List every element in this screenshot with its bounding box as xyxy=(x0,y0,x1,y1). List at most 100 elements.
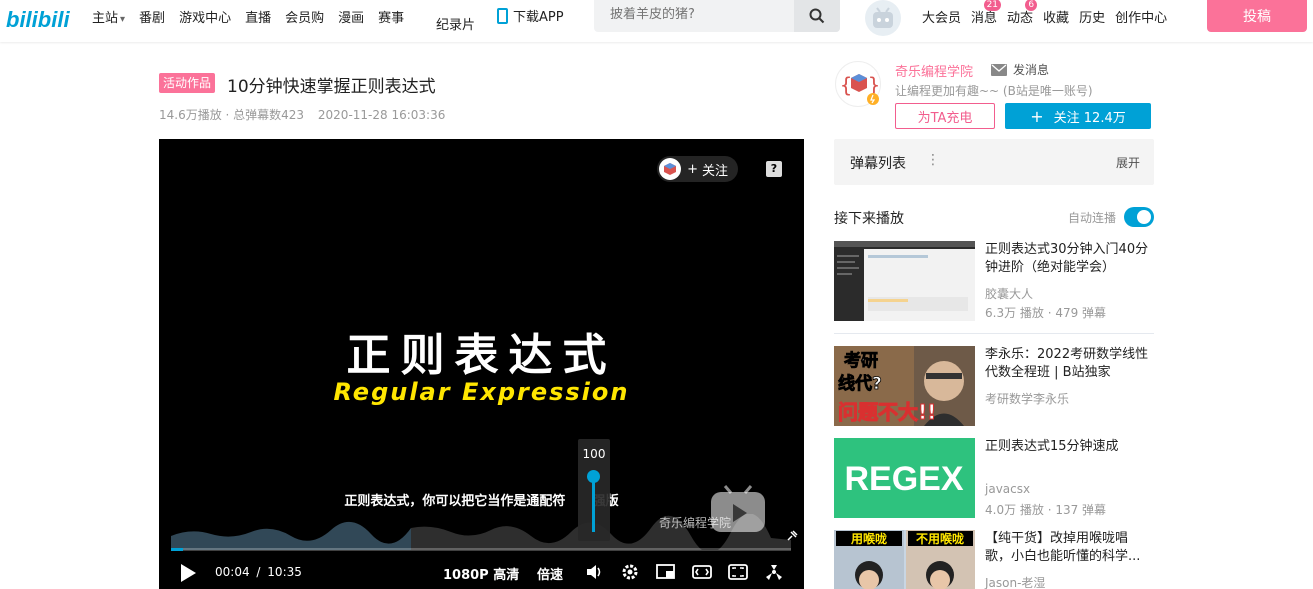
progress-fill xyxy=(171,548,184,551)
quality-selector[interactable]: 1080P 高清 xyxy=(443,564,519,583)
video-thumbnail[interactable]: REGEX xyxy=(834,438,975,518)
follow-button[interactable]: + 关注 12.4万 xyxy=(1005,103,1151,129)
recommended-video[interactable]: REGEX 正则表达式15分钟速成 javacsx 4.0万 播放 · 137 … xyxy=(834,438,1154,520)
nav-esports[interactable]: 赛事 xyxy=(378,7,404,26)
bilibili-logo[interactable]: bilibili xyxy=(6,6,78,32)
video-player[interactable]: + 关注 ? 正则表达式 Regular Expression 正则表达式，你可… xyxy=(159,139,804,589)
autoplay-toggle[interactable] xyxy=(1124,207,1154,227)
recommended-video[interactable]: 正则表达式30分钟入门40分钟进阶（绝对能学会） 胶囊大人 6.3万 播放 · … xyxy=(834,241,1154,323)
recommended-video[interactable]: 考研 线代? 问题不大!! 李永乐：2022考研数学线性代数全程班 | B站独家… xyxy=(834,346,1154,428)
toggle-knob xyxy=(1137,210,1151,224)
recommended-video-title[interactable]: 【纯干货】改掉用喉咙唱歌，小白也能听懂的科学... xyxy=(985,530,1153,566)
user-avatar[interactable] xyxy=(865,0,901,36)
nav-dynamics[interactable]: 动态 6 xyxy=(1007,0,1038,26)
recommended-video-title[interactable]: 正则表达式15分钟速成 xyxy=(985,438,1153,456)
player-follow-label: 关注 xyxy=(701,163,728,179)
nav-documentary[interactable]: 纪录片 xyxy=(436,14,475,33)
svg-text:线代?: 线代? xyxy=(838,373,882,394)
download-app-link[interactable]: 下载APP xyxy=(497,6,564,25)
video-thumbnail[interactable]: 用喉咙 不用喉咙 xyxy=(834,530,975,589)
phone-icon xyxy=(497,7,508,24)
help-icon[interactable]: ? xyxy=(766,161,782,177)
recommended-video-author[interactable]: 胶囊大人 xyxy=(985,285,1033,302)
top-header: bilibili 主站 ▾ 番剧 游戏中心 直播 会员购 漫画 赛事 纪录片 下载… xyxy=(0,0,1313,42)
time-current: 00:04 xyxy=(215,565,250,579)
mail-icon xyxy=(991,63,1007,76)
settings-gear-icon[interactable] xyxy=(621,563,639,581)
player-follow-button[interactable]: + 关注 xyxy=(657,156,738,182)
autoplay-label: 自动连播 xyxy=(1068,211,1117,225)
nav-game-center[interactable]: 游戏中心 xyxy=(179,7,231,26)
picture-in-picture-icon[interactable] xyxy=(656,563,676,581)
uploader-name[interactable]: 奇乐编程学院 xyxy=(895,61,973,80)
nav-mall[interactable]: 会员购 xyxy=(285,7,324,26)
uploader-description: 让编程更加有趣~~ (B站是唯一账号) xyxy=(895,84,1093,98)
speed-selector[interactable]: 倍速 xyxy=(537,564,563,583)
recommended-video[interactable]: 用喉咙 不用喉咙 【纯干货】改掉用喉咙唱歌，小白也能听懂的科学... Jason… xyxy=(834,530,1154,589)
uploader-avatar[interactable]: { } xyxy=(835,61,881,107)
nav-messages[interactable]: 消息 21 xyxy=(971,0,1002,26)
search-button[interactable] xyxy=(794,0,840,32)
activity-tag[interactable]: 活动作品 xyxy=(159,73,216,93)
volume-popup[interactable]: 100 xyxy=(578,439,610,541)
video-thumbnail[interactable]: 考研 线代? 问题不大!! xyxy=(834,346,975,426)
volume-icon[interactable] xyxy=(585,563,603,581)
recommended-video-title[interactable]: 正则表达式30分钟入门40分钟进阶（绝对能学会） xyxy=(985,241,1153,277)
charge-button[interactable]: 为TA充电 xyxy=(895,103,995,129)
danmaku-expand-button[interactable]: 展开 xyxy=(1116,154,1140,171)
dynamics-badge: 6 xyxy=(1025,0,1038,11)
upload-button[interactable]: 投稿 xyxy=(1207,0,1307,32)
search-icon xyxy=(809,8,825,24)
nav-favorites[interactable]: 收藏 xyxy=(1043,7,1069,26)
nav-bangumi[interactable]: 番剧 xyxy=(139,7,165,26)
recommended-video-title[interactable]: 李永乐：2022考研数学线性代数全程班 | B站独家 xyxy=(985,346,1153,382)
svg-text:考研: 考研 xyxy=(843,350,878,371)
bilibili-tv-watermark xyxy=(711,485,765,532)
video-meta: 14.6万播放 · 总弹幕数423 2020-11-28 16:03:36 xyxy=(159,106,445,123)
divider xyxy=(834,333,1154,334)
send-message-label: 发消息 xyxy=(1013,63,1050,77)
recommended-video-author[interactable]: javacsx xyxy=(985,482,1030,496)
nav-manga[interactable]: 漫画 xyxy=(338,7,364,26)
download-app-label: 下载APP xyxy=(513,10,564,25)
more-menu-icon[interactable]: ⋮ xyxy=(926,152,940,168)
send-message-link[interactable]: 发消息 xyxy=(991,61,1049,78)
svg-text:问题不大!!: 问题不大!! xyxy=(838,400,936,424)
play-icon[interactable] xyxy=(179,563,197,583)
nav-creator-center[interactable]: 创作中心 xyxy=(1115,7,1167,26)
next-up-heading: 接下来播放 xyxy=(834,211,904,227)
plus-icon: + xyxy=(687,161,698,177)
search-input[interactable] xyxy=(610,7,790,22)
video-frame-title: 正则表达式 xyxy=(346,330,617,381)
search-box xyxy=(594,0,840,32)
widescreen-icon[interactable] xyxy=(692,563,712,581)
nav-main-site[interactable]: 主站 ▾ xyxy=(92,7,125,26)
web-fullscreen-icon[interactable] xyxy=(728,563,748,581)
danmaku-list-title: 弹幕列表 xyxy=(850,156,906,172)
volume-slider-knob[interactable] xyxy=(587,470,600,483)
video-title: 10分钟快速掌握正则表达式 xyxy=(227,77,436,97)
recommended-video-stats: 6.3万 播放 · 479 弹幕 xyxy=(985,306,1107,320)
uploader-mini-avatar xyxy=(659,158,682,180)
nav-history[interactable]: 历史 xyxy=(1079,7,1105,26)
chevron-down-icon: ▾ xyxy=(120,13,126,25)
time-separator: / xyxy=(256,565,261,579)
nav-live[interactable]: 直播 xyxy=(245,7,271,26)
svg-text:不用喉咙: 不用喉咙 xyxy=(916,531,964,546)
nav-vip[interactable]: 大会员 xyxy=(922,7,961,26)
danmaku-list-panel[interactable]: 弹幕列表 ⋮ 展开 xyxy=(834,139,1154,185)
recommended-video-stats: 4.0万 播放 · 137 弹幕 xyxy=(985,503,1107,517)
volume-value: 100 xyxy=(582,447,606,461)
pin-icon[interactable] xyxy=(786,530,798,542)
recommended-video-author[interactable]: 考研数学李永乐 xyxy=(985,390,1069,407)
messages-badge: 21 xyxy=(983,0,1002,11)
progress-bar[interactable] xyxy=(171,548,791,551)
fullscreen-icon[interactable] xyxy=(764,563,784,581)
video-thumbnail[interactable] xyxy=(834,241,975,321)
recommended-video-author[interactable]: Jason-老湿 xyxy=(985,574,1045,589)
plus-icon: + xyxy=(1030,106,1044,126)
svg-text:{: { xyxy=(840,73,852,97)
time-display: 00:04 / 10:35 xyxy=(215,565,302,579)
svg-text:bilibili: bilibili xyxy=(6,7,70,32)
publish-date: 2020-11-28 16:03:36 xyxy=(317,108,446,122)
